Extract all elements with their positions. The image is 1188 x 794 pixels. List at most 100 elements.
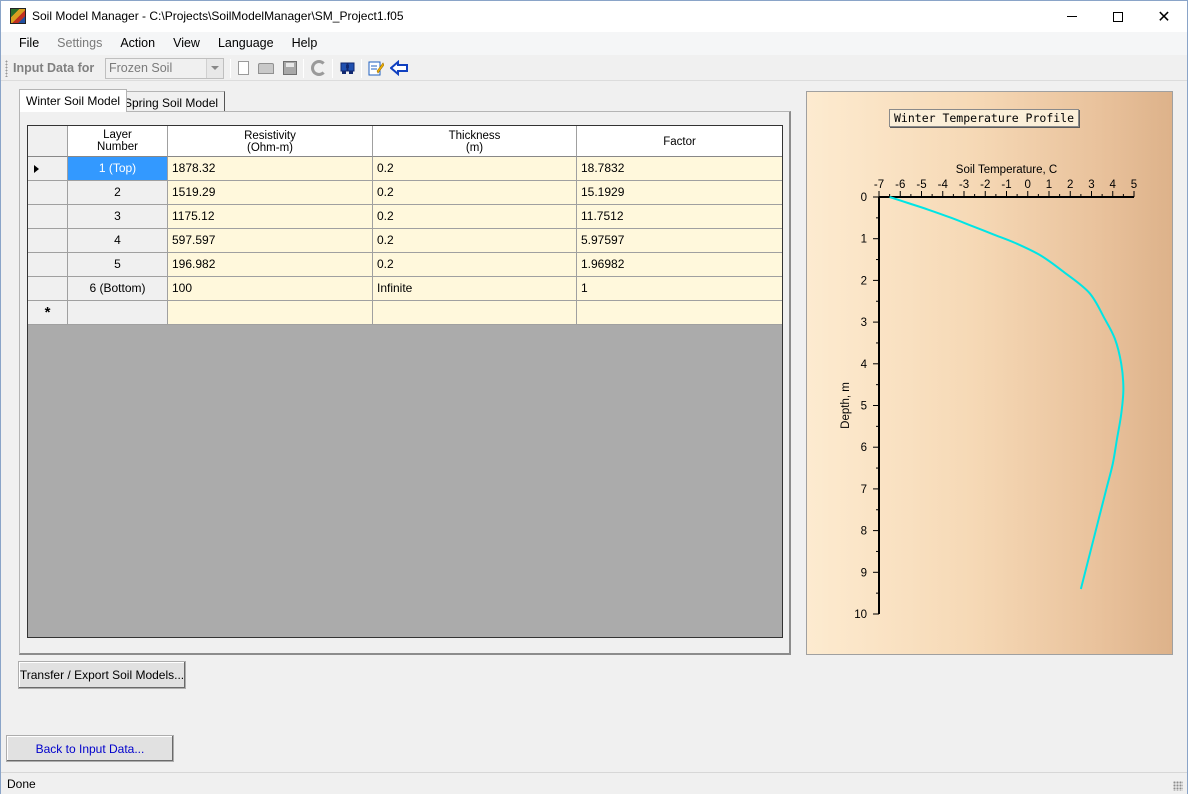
header-text: Factor [663, 136, 696, 148]
y-tick-label: 6 [861, 442, 867, 454]
cell-layer[interactable]: 2 [68, 181, 168, 205]
row-selector[interactable] [28, 229, 68, 253]
x-tick-label: 0 [1025, 179, 1031, 191]
cell-thickness[interactable]: 0.2 [373, 205, 577, 229]
header-text: (Ohm-m) [247, 142, 293, 154]
find-icon[interactable] [340, 60, 356, 76]
resize-grip-icon[interactable] [1173, 781, 1183, 791]
refresh-icon[interactable] [311, 60, 327, 76]
cell-thickness[interactable]: Infinite [373, 277, 577, 301]
back-to-input-button[interactable]: Back to Input Data... [6, 735, 174, 762]
row-header-corner[interactable] [28, 126, 68, 157]
cell-factor[interactable]: 15.1929 [577, 181, 782, 205]
header-text: Number [97, 141, 138, 153]
tab-winter-soil-model[interactable]: Winter Soil Model [19, 89, 128, 112]
y-tick-label: 4 [861, 359, 868, 371]
menu-help[interactable]: Help [283, 32, 327, 55]
back-arrow-icon[interactable] [389, 59, 408, 77]
cell-resistivity[interactable]: 1878.32 [168, 157, 373, 181]
new-file-icon[interactable] [238, 61, 249, 75]
menu-action[interactable]: Action [111, 32, 164, 55]
status-text: Done [7, 777, 36, 791]
cell-thickness[interactable] [373, 301, 577, 325]
soil-model-icon [10, 8, 26, 24]
y-tick-label: 8 [861, 526, 867, 538]
row-selector[interactable] [28, 205, 68, 229]
open-folder-icon[interactable] [258, 63, 274, 74]
cell-layer[interactable]: 5 [68, 253, 168, 277]
cell-factor[interactable]: 11.7512 [577, 205, 782, 229]
cell-resistivity[interactable]: 597.597 [168, 229, 373, 253]
cell-layer[interactable]: 3 [68, 205, 168, 229]
toolbar-separator [332, 59, 333, 78]
x-tick-label: 4 [1110, 179, 1117, 191]
cell-resistivity[interactable]: 100 [168, 277, 373, 301]
title-bar: Soil Model Manager - C:\Projects\SoilMod… [1, 1, 1187, 32]
header-text: Thickness [448, 130, 501, 142]
menu-file[interactable]: File [10, 32, 48, 55]
soil-layer-grid: Layer Number Resistivity (Ohm-m) Thickne… [27, 125, 783, 638]
row-selector[interactable] [28, 253, 68, 277]
cell-resistivity[interactable]: 196.982 [168, 253, 373, 277]
soil-type-select[interactable]: Frozen Soil [105, 58, 224, 79]
menu-view[interactable]: View [164, 32, 209, 55]
cell-thickness[interactable]: 0.2 [373, 181, 577, 205]
save-icon[interactable] [283, 61, 297, 75]
minimize-button[interactable] [1049, 1, 1095, 32]
cell-factor[interactable]: 1 [577, 277, 782, 301]
row-selector[interactable] [28, 277, 68, 301]
cell-layer[interactable]: 4 [68, 229, 168, 253]
transfer-export-button[interactable]: Transfer / Export Soil Models... [18, 661, 186, 689]
cell-layer[interactable] [68, 301, 168, 325]
edit-icon[interactable] [368, 60, 385, 76]
y-tick-label: 3 [861, 317, 867, 329]
y-axis-label: Depth, m [840, 382, 852, 429]
cell-thickness[interactable]: 0.2 [373, 157, 577, 181]
new-row[interactable]: * [28, 301, 782, 325]
toolbar-separator [230, 59, 231, 78]
cell-factor[interactable]: 1.96982 [577, 253, 782, 277]
table-row[interactable]: 3 1175.12 0.2 11.7512 [28, 205, 782, 229]
chart-axes [878, 196, 1134, 614]
cell-layer[interactable]: 1 (Top) [68, 157, 168, 181]
cell-factor[interactable]: 5.97597 [577, 229, 782, 253]
x-tick-label: -3 [959, 179, 969, 191]
menu-bar: File Settings Action View Language Help [1, 32, 1187, 55]
menu-settings[interactable]: Settings [48, 32, 111, 55]
column-header-thickness[interactable]: Thickness (m) [373, 126, 577, 157]
cell-factor[interactable] [577, 301, 782, 325]
maximize-button[interactable] [1095, 1, 1141, 32]
minimize-icon [1067, 16, 1077, 17]
cell-resistivity[interactable]: 1519.29 [168, 181, 373, 205]
input-data-label: Input Data for [13, 61, 95, 75]
chart-canvas: Soil Temperature, C Depth, m -7 -6 -5 -4 -3-… [840, 164, 1137, 621]
toolbar-grip[interactable] [5, 60, 8, 77]
table-row[interactable]: 2 1519.29 0.2 15.1929 [28, 181, 782, 205]
y-tick-label: 10 [854, 609, 867, 621]
row-selector[interactable] [28, 181, 68, 205]
cell-factor[interactable]: 18.7832 [577, 157, 782, 181]
cell-thickness[interactable]: 0.2 [373, 253, 577, 277]
cell-layer[interactable]: 6 (Bottom) [68, 277, 168, 301]
new-row-marker[interactable]: * [28, 301, 68, 325]
column-header-layer[interactable]: Layer Number [68, 126, 168, 157]
chevron-down-icon[interactable] [206, 59, 223, 78]
table-row[interactable]: 6 (Bottom) 100 Infinite 1 [28, 277, 782, 301]
table-row[interactable]: 5 196.982 0.2 1.96982 [28, 253, 782, 277]
cell-thickness[interactable]: 0.2 [373, 229, 577, 253]
x-axis-label: Soil Temperature, C [956, 164, 1057, 176]
table-row[interactable]: 1 (Top) 1878.32 0.2 18.7832 [28, 157, 782, 181]
column-header-factor[interactable]: Factor [577, 126, 782, 157]
y-tick-label: 2 [861, 275, 867, 287]
close-icon: ✕ [1157, 6, 1171, 26]
tab-spring-soil-model[interactable]: Spring Soil Model [117, 91, 226, 111]
table-row[interactable]: 4 597.597 0.2 5.97597 [28, 229, 782, 253]
toolbar-separator [361, 59, 362, 78]
close-button[interactable]: ✕ [1141, 1, 1187, 32]
column-header-resistivity[interactable]: Resistivity (Ohm-m) [168, 126, 373, 157]
menu-language[interactable]: Language [209, 32, 283, 55]
status-bar: Done [1, 772, 1187, 794]
row-selector[interactable] [28, 157, 68, 181]
cell-resistivity[interactable] [168, 301, 373, 325]
cell-resistivity[interactable]: 1175.12 [168, 205, 373, 229]
